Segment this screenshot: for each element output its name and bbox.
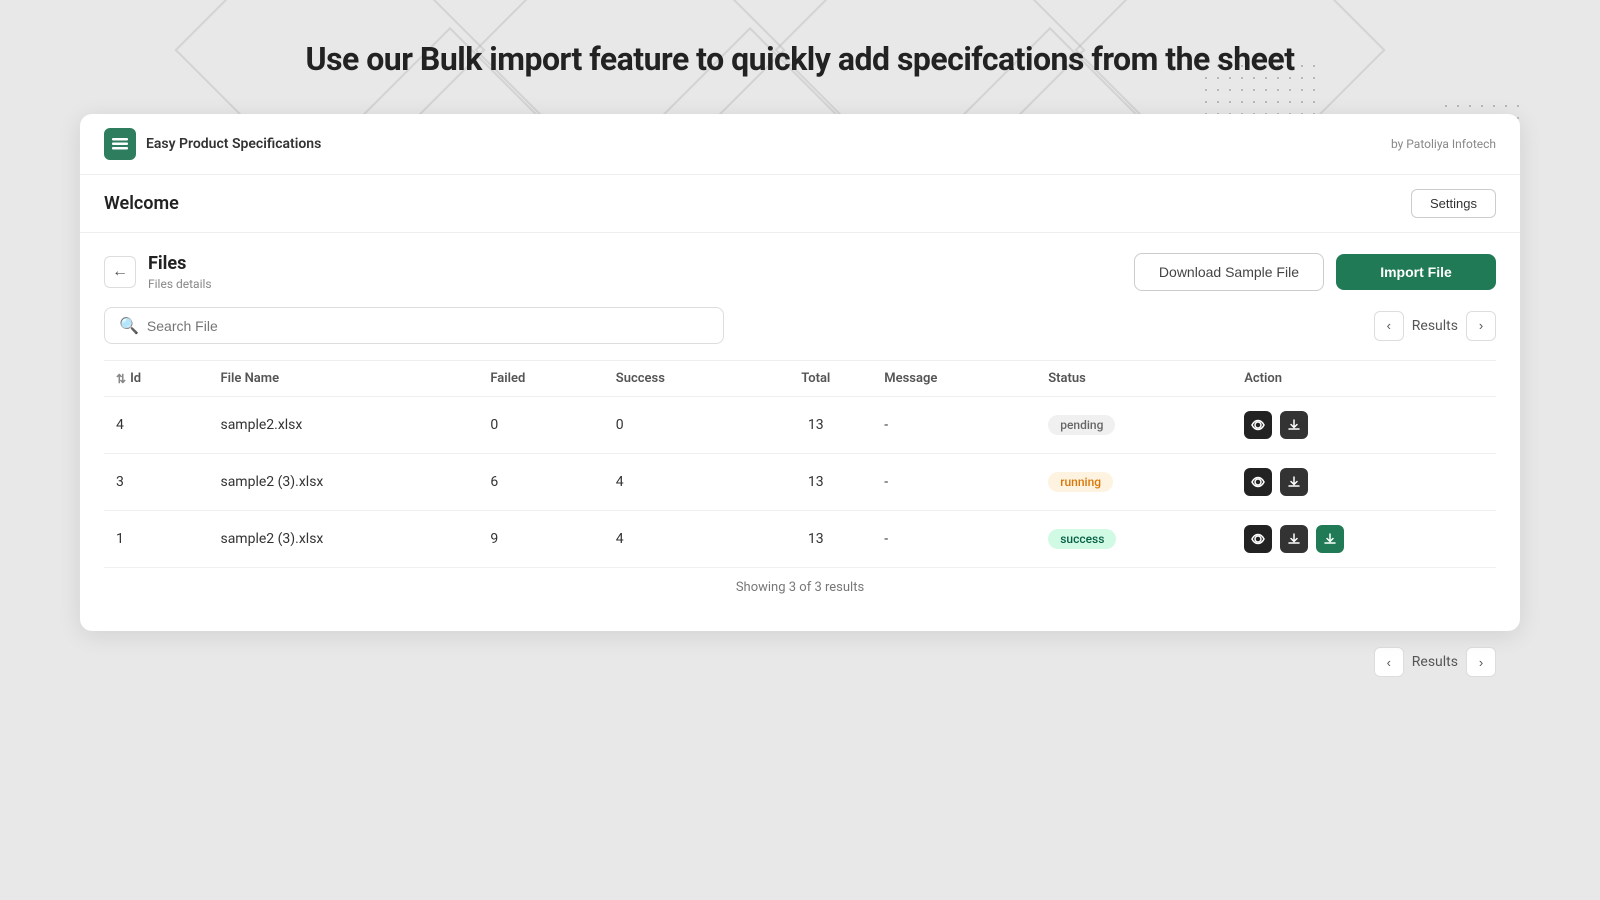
bottom-next-button[interactable]: › bbox=[1466, 647, 1496, 677]
by-label: by Patoliya Infotech bbox=[1391, 137, 1496, 151]
app-card: Easy Product Specifications by Patoliya … bbox=[80, 114, 1520, 631]
cell-message: - bbox=[872, 454, 1036, 511]
col-filename: File Name bbox=[208, 361, 478, 397]
search-input[interactable] bbox=[147, 318, 709, 334]
cell-filename: sample2.xlsx bbox=[208, 397, 478, 454]
next-icon: › bbox=[1479, 318, 1483, 333]
cell-id: 3 bbox=[104, 454, 208, 511]
next-page-button[interactable]: › bbox=[1466, 311, 1496, 341]
search-icon: 🔍 bbox=[119, 316, 139, 335]
files-title: Files bbox=[148, 253, 212, 275]
view-icon[interactable] bbox=[1244, 468, 1272, 496]
bottom-next-icon: › bbox=[1479, 655, 1483, 670]
cell-status: pending bbox=[1036, 397, 1232, 454]
action-icons bbox=[1244, 411, 1484, 439]
search-box: 🔍 bbox=[104, 307, 724, 344]
action-icons bbox=[1244, 468, 1484, 496]
cell-action bbox=[1232, 397, 1496, 454]
col-failed: Failed bbox=[478, 361, 603, 397]
cell-failed: 6 bbox=[478, 454, 603, 511]
download-icon[interactable] bbox=[1280, 411, 1308, 439]
bottom-prev-icon: ‹ bbox=[1387, 655, 1391, 670]
col-status: Status bbox=[1036, 361, 1232, 397]
brand-name: Easy Product Specifications bbox=[146, 136, 321, 152]
cell-id: 1 bbox=[104, 511, 208, 568]
back-icon: ← bbox=[112, 263, 128, 281]
cell-message: - bbox=[872, 397, 1036, 454]
prev-icon: ‹ bbox=[1387, 318, 1391, 333]
table-row: 1 sample2 (3).xlsx 9 4 13 - success bbox=[104, 511, 1496, 568]
table-header-row: ⇅ Id File Name Failed Success Total Mess… bbox=[104, 361, 1496, 397]
cell-success: 0 bbox=[604, 397, 760, 454]
col-id-label: Id bbox=[130, 371, 141, 386]
download-icon[interactable] bbox=[1280, 468, 1308, 496]
welcome-text: Welcome bbox=[104, 193, 179, 214]
sort-icon: ⇅ bbox=[116, 372, 126, 386]
cell-total: 13 bbox=[759, 454, 872, 511]
cell-status: running bbox=[1036, 454, 1232, 511]
col-success: Success bbox=[604, 361, 760, 397]
brand-icon bbox=[104, 128, 136, 160]
col-total: Total bbox=[759, 361, 872, 397]
cell-total: 13 bbox=[759, 397, 872, 454]
cell-failed: 9 bbox=[478, 511, 603, 568]
cell-action bbox=[1232, 454, 1496, 511]
cell-message: - bbox=[872, 511, 1036, 568]
action-icons bbox=[1244, 525, 1484, 553]
export-icon[interactable] bbox=[1316, 525, 1344, 553]
settings-button[interactable]: Settings bbox=[1411, 189, 1496, 218]
files-title-block: Files Files details bbox=[148, 253, 212, 291]
download-sample-button[interactable]: Download Sample File bbox=[1134, 253, 1324, 291]
cell-status: success bbox=[1036, 511, 1232, 568]
status-badge: running bbox=[1048, 472, 1113, 492]
prev-page-button[interactable]: ‹ bbox=[1374, 311, 1404, 341]
page-headline: Use our Bulk import feature to quickly a… bbox=[80, 40, 1520, 78]
import-file-button[interactable]: Import File bbox=[1336, 254, 1496, 290]
bottom-results-label: Results bbox=[1412, 654, 1458, 670]
status-badge: pending bbox=[1048, 415, 1115, 435]
table-row: 4 sample2.xlsx 0 0 13 - pending bbox=[104, 397, 1496, 454]
files-actions: Download Sample File Import File bbox=[1134, 253, 1496, 291]
data-table: ⇅ Id File Name Failed Success Total Mess… bbox=[104, 360, 1496, 568]
status-badge: success bbox=[1048, 529, 1116, 549]
col-id: ⇅ Id bbox=[104, 361, 208, 397]
view-icon[interactable] bbox=[1244, 411, 1272, 439]
search-row: 🔍 ‹ Results › bbox=[104, 307, 1496, 344]
view-icon[interactable] bbox=[1244, 525, 1272, 553]
cell-filename: sample2 (3).xlsx bbox=[208, 511, 478, 568]
content-area: ← Files Files details Download Sample Fi… bbox=[80, 233, 1520, 631]
cell-failed: 0 bbox=[478, 397, 603, 454]
download-icon[interactable] bbox=[1280, 525, 1308, 553]
results-summary: Showing 3 of 3 results bbox=[104, 568, 1496, 607]
cell-success: 4 bbox=[604, 511, 760, 568]
cell-success: 4 bbox=[604, 454, 760, 511]
cell-action bbox=[1232, 511, 1496, 568]
results-label: Results bbox=[1412, 318, 1458, 334]
files-subtitle: Files details bbox=[148, 277, 212, 291]
files-header-row: ← Files Files details Download Sample Fi… bbox=[104, 253, 1496, 291]
back-button[interactable]: ← bbox=[104, 256, 136, 288]
bottom-prev-button[interactable]: ‹ bbox=[1374, 647, 1404, 677]
brand: Easy Product Specifications bbox=[104, 128, 321, 160]
cell-filename: sample2 (3).xlsx bbox=[208, 454, 478, 511]
col-action: Action bbox=[1232, 361, 1496, 397]
app-header: Easy Product Specifications by Patoliya … bbox=[80, 114, 1520, 175]
pagination-top: ‹ Results › bbox=[1374, 311, 1496, 341]
cell-total: 13 bbox=[759, 511, 872, 568]
col-message: Message bbox=[872, 361, 1036, 397]
files-title-group: ← Files Files details bbox=[104, 253, 212, 291]
bottom-pagination: ‹ Results › bbox=[80, 631, 1520, 693]
table-row: 3 sample2 (3).xlsx 6 4 13 - running bbox=[104, 454, 1496, 511]
welcome-bar: Welcome Settings bbox=[80, 175, 1520, 233]
cell-id: 4 bbox=[104, 397, 208, 454]
